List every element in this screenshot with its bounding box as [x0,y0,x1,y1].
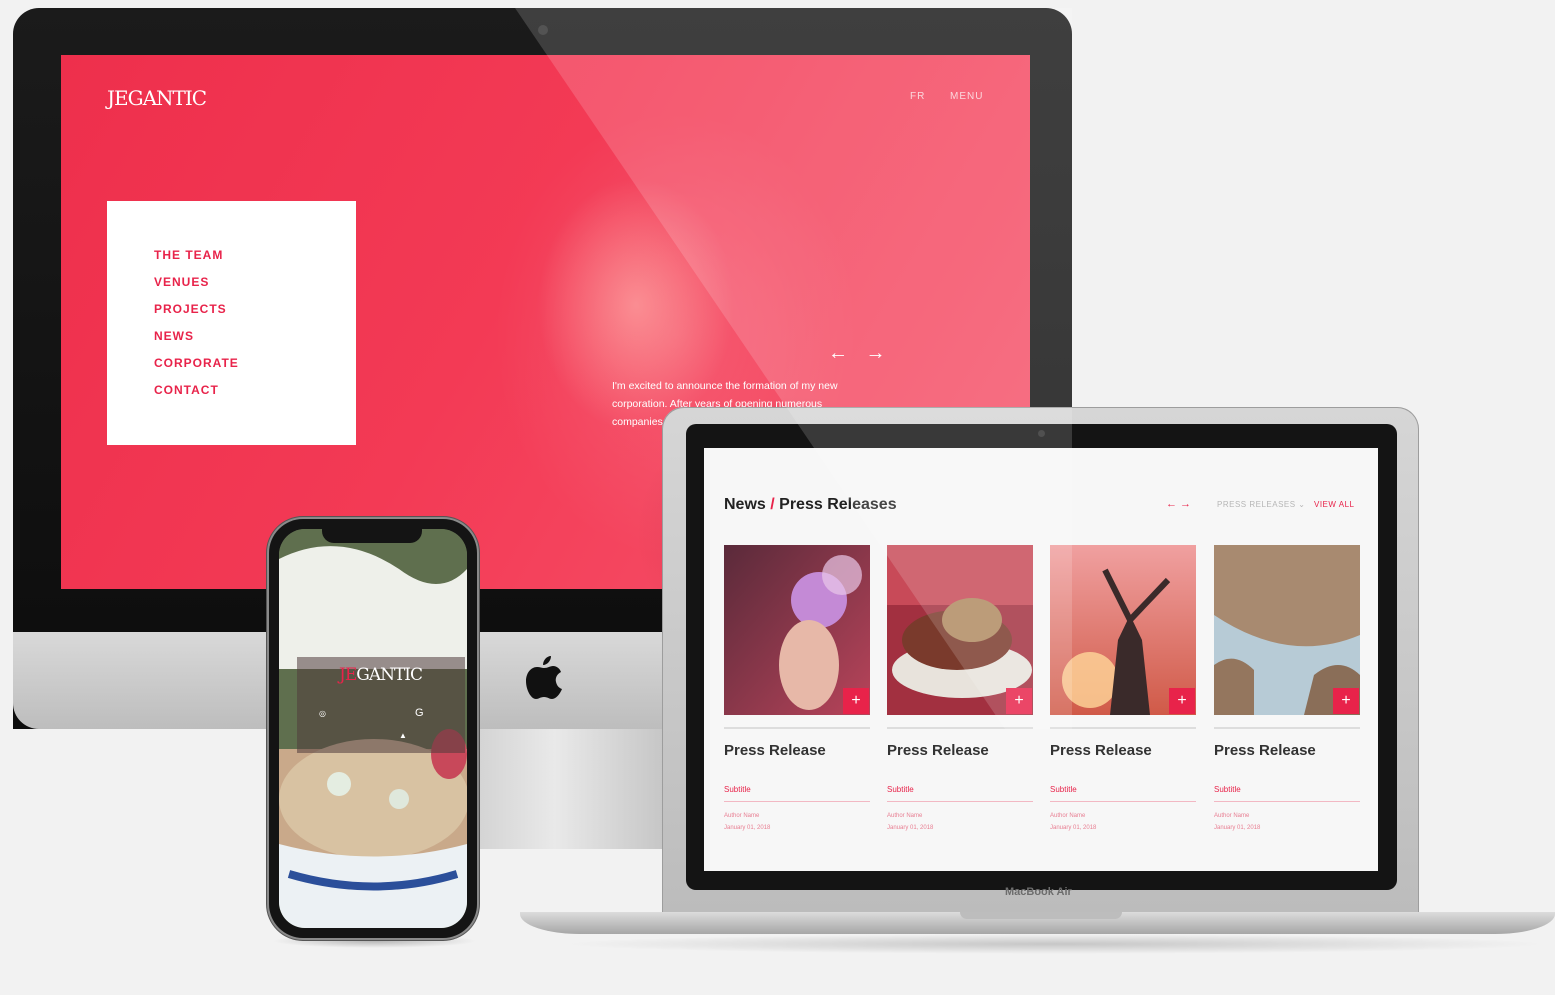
macbook-screen: News / Press Releases ← → PRESS RELEASES… [704,448,1378,871]
press-card[interactable]: + Press Release Subtitle Author Name Jan… [1050,545,1196,845]
card-subdivider [1214,801,1360,802]
menu-item-venues[interactable]: VENUES [154,275,209,289]
card-subdivider [724,801,870,802]
news-heading-slash: / [770,496,775,513]
add-icon[interactable]: + [1006,688,1032,714]
macbook-notch [960,912,1122,919]
iphone-notch [322,528,422,543]
press-card-subtitle: Subtitle [887,785,914,794]
press-card[interactable]: + Press Release Subtitle Author Name Jan… [1214,545,1360,845]
news-heading-right: Press Releases [779,496,897,513]
press-card-date: January 01, 2018 [887,825,934,831]
press-card-subtitle: Subtitle [1214,785,1241,794]
menu-item-news[interactable]: NEWS [154,329,194,343]
card-subdivider [1050,801,1196,802]
menu-item-projects[interactable]: PROJECTS [154,302,227,316]
venue-mark-icon: ▲ [399,731,407,740]
instagram-icon[interactable]: ◎ [319,709,326,718]
card-divider [1214,727,1360,729]
card-divider [724,727,870,729]
phone-logo-accent: JE [339,665,357,685]
menu-item-team[interactable]: THE TEAM [154,248,223,262]
press-card[interactable]: + Press Release Subtitle Author Name Jan… [887,545,1033,845]
press-card-subtitle: Subtitle [1050,785,1077,794]
news-heading: News / Press Releases [724,496,897,514]
menu-item-corporate[interactable]: CORPORATE [154,356,239,370]
add-icon[interactable]: + [1333,688,1359,714]
press-card-title[interactable]: Press Release [724,742,826,759]
news-filter-dropdown[interactable]: PRESS RELEASES ⌄ [1217,500,1306,509]
phone-logo-overlay: JEGANTIC ◎ G ▲ [297,657,465,753]
menu-button[interactable]: MENU [950,91,983,102]
language-toggle[interactable]: FR [910,91,925,102]
phone-logo-rest: GANTIC [356,665,423,685]
press-card-image[interactable]: + [1050,545,1196,715]
press-card-date: January 01, 2018 [724,825,771,831]
press-card-author: Author Name [1214,813,1250,819]
card-divider [887,727,1033,729]
news-heading-left: News [724,496,766,513]
press-card-image[interactable]: + [724,545,870,715]
view-all-link[interactable]: VIEW ALL [1314,500,1354,509]
press-card-date: January 01, 2018 [1214,825,1261,831]
press-card-author: Author Name [887,813,923,819]
iphone-screen: JEGANTIC ◎ G ▲ [279,529,467,928]
press-card[interactable]: + Press Release Subtitle Author Name Jan… [724,545,870,845]
apple-logo-icon [526,656,562,699]
add-icon[interactable]: + [1169,688,1195,714]
main-menu-panel: THE TEAM VENUES PROJECTS NEWS CORPORATE … [107,201,356,445]
macbook-shadow [560,934,1550,954]
phone-site-logo[interactable]: JEGANTIC [339,665,423,685]
card-subdivider [887,801,1033,802]
google-icon[interactable]: G [415,707,424,719]
macbook-camera [1038,430,1045,437]
macbook-brand-label: MacBook Air [1005,886,1072,898]
press-card-title[interactable]: Press Release [887,742,989,759]
menu-item-contact[interactable]: CONTACT [154,383,219,397]
press-card-author: Author Name [1050,813,1086,819]
news-carousel-arrows[interactable]: ← → [1166,498,1191,510]
press-card-title[interactable]: Press Release [1050,742,1152,759]
add-icon[interactable]: + [843,688,869,714]
press-card-subtitle: Subtitle [724,785,751,794]
card-divider [1050,727,1196,729]
imac-camera [538,25,548,35]
press-card-image[interactable]: + [887,545,1033,715]
site-logo[interactable]: JEGANTIC [107,86,207,110]
press-card-title[interactable]: Press Release [1214,742,1316,759]
press-card-date: January 01, 2018 [1050,825,1097,831]
slider-arrows[interactable]: ← → [828,342,892,365]
press-card-image[interactable]: + [1214,545,1360,715]
press-card-author: Author Name [724,813,760,819]
